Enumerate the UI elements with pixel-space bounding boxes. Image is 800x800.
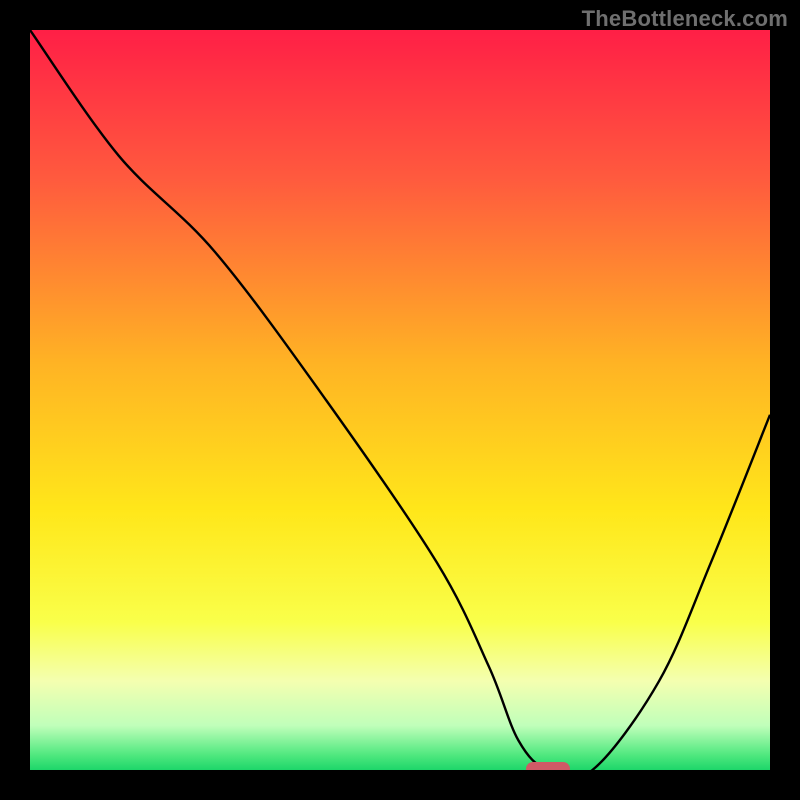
watermark-text: TheBottleneck.com xyxy=(582,6,788,32)
bottleneck-chart xyxy=(30,30,770,770)
gradient-background xyxy=(30,30,770,770)
plot-area xyxy=(30,30,770,770)
optimal-marker xyxy=(526,762,570,770)
outer-frame: TheBottleneck.com xyxy=(0,0,800,800)
